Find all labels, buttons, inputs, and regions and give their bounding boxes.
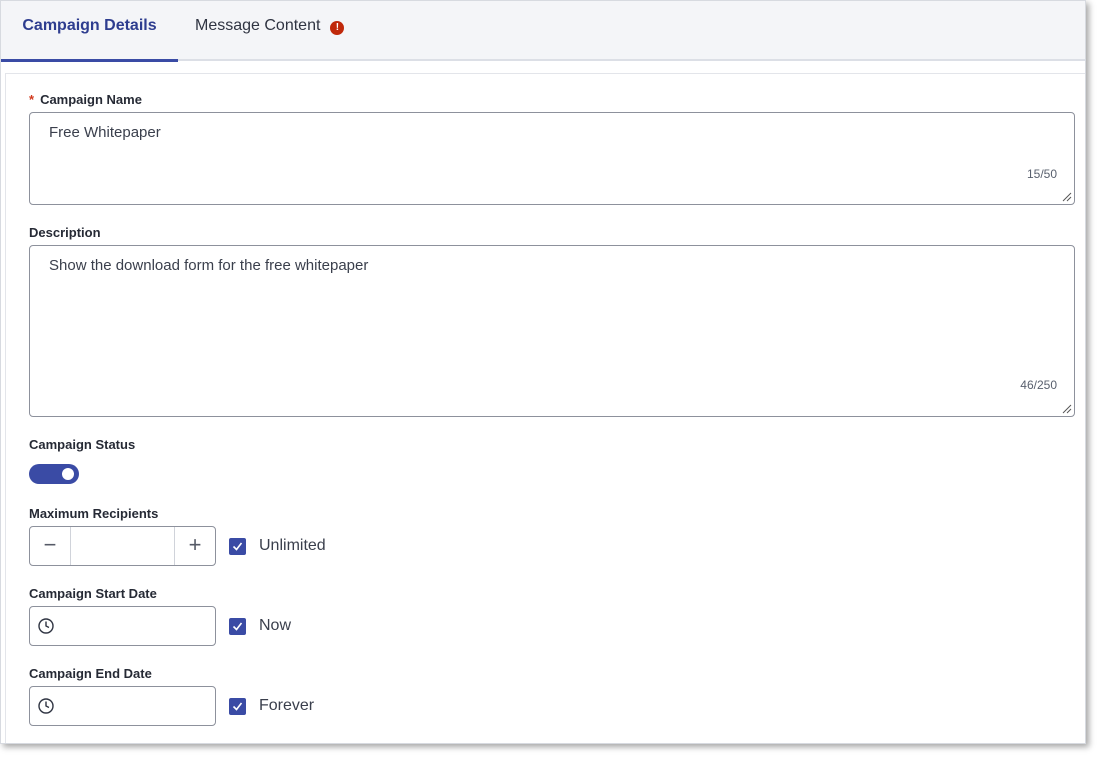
resize-handle-icon[interactable] — [1062, 192, 1072, 202]
now-checkbox[interactable] — [229, 618, 246, 635]
campaign-end-date-label: Campaign End Date — [29, 666, 152, 681]
campaign-end-date-field[interactable] — [29, 686, 216, 727]
campaign-editor-window: Campaign Details Message Content! * Campa… — [0, 0, 1086, 744]
campaign-name-label-text: Campaign Name — [40, 92, 142, 107]
clock-icon — [38, 698, 54, 714]
tab-campaign-details[interactable]: Campaign Details — [1, 1, 178, 62]
tab-message-content[interactable]: Message Content! — [195, 1, 345, 59]
tab-message-content-label: Message Content — [195, 17, 321, 34]
description-input[interactable]: Show the download form for the free whit… — [29, 245, 1075, 417]
toggle-knob — [62, 468, 74, 480]
minus-icon[interactable]: − — [30, 527, 71, 565]
campaign-start-date-input[interactable] — [64, 607, 216, 647]
campaign-start-date-field[interactable] — [29, 606, 216, 647]
maximum-recipients-label: Maximum Recipients — [29, 506, 159, 521]
campaign-end-date-input[interactable] — [64, 687, 216, 727]
now-label: Now — [259, 617, 292, 634]
checkmark-icon — [232, 542, 243, 551]
resize-handle-icon[interactable] — [1062, 404, 1072, 414]
campaign-name-label: * Campaign Name — [29, 92, 142, 107]
unlimited-checkbox[interactable] — [229, 538, 246, 555]
forever-label: Forever — [259, 697, 315, 714]
description-char-counter: 46/250 — [1020, 378, 1057, 392]
tab-bar: Campaign Details Message Content! — [1, 1, 1085, 62]
maximum-recipients-input[interactable] — [71, 527, 178, 567]
forever-checkbox[interactable] — [229, 698, 246, 715]
unlimited-label: Unlimited — [259, 537, 326, 554]
tab-campaign-details-label: Campaign Details — [22, 17, 157, 34]
description-label: Description — [29, 225, 101, 240]
checkmark-icon — [232, 702, 243, 711]
campaign-start-date-label: Campaign Start Date — [29, 586, 157, 601]
alert-icon: ! — [330, 20, 345, 35]
campaign-status-toggle[interactable] — [29, 464, 79, 484]
clock-icon — [38, 618, 54, 634]
campaign-status-label: Campaign Status — [29, 437, 136, 452]
plus-icon[interactable]: + — [174, 527, 215, 565]
checkmark-icon — [232, 622, 243, 631]
campaign-name-input[interactable]: Free Whitepaper 15/50 — [29, 112, 1075, 205]
required-marker: * — [29, 92, 35, 107]
campaign-name-char-counter: 15/50 — [1026, 167, 1057, 181]
maximum-recipients-stepper: − + — [29, 526, 216, 567]
description-value: Show the download form for the free whit… — [49, 257, 369, 274]
campaign-name-value: Free Whitepaper — [49, 124, 161, 141]
